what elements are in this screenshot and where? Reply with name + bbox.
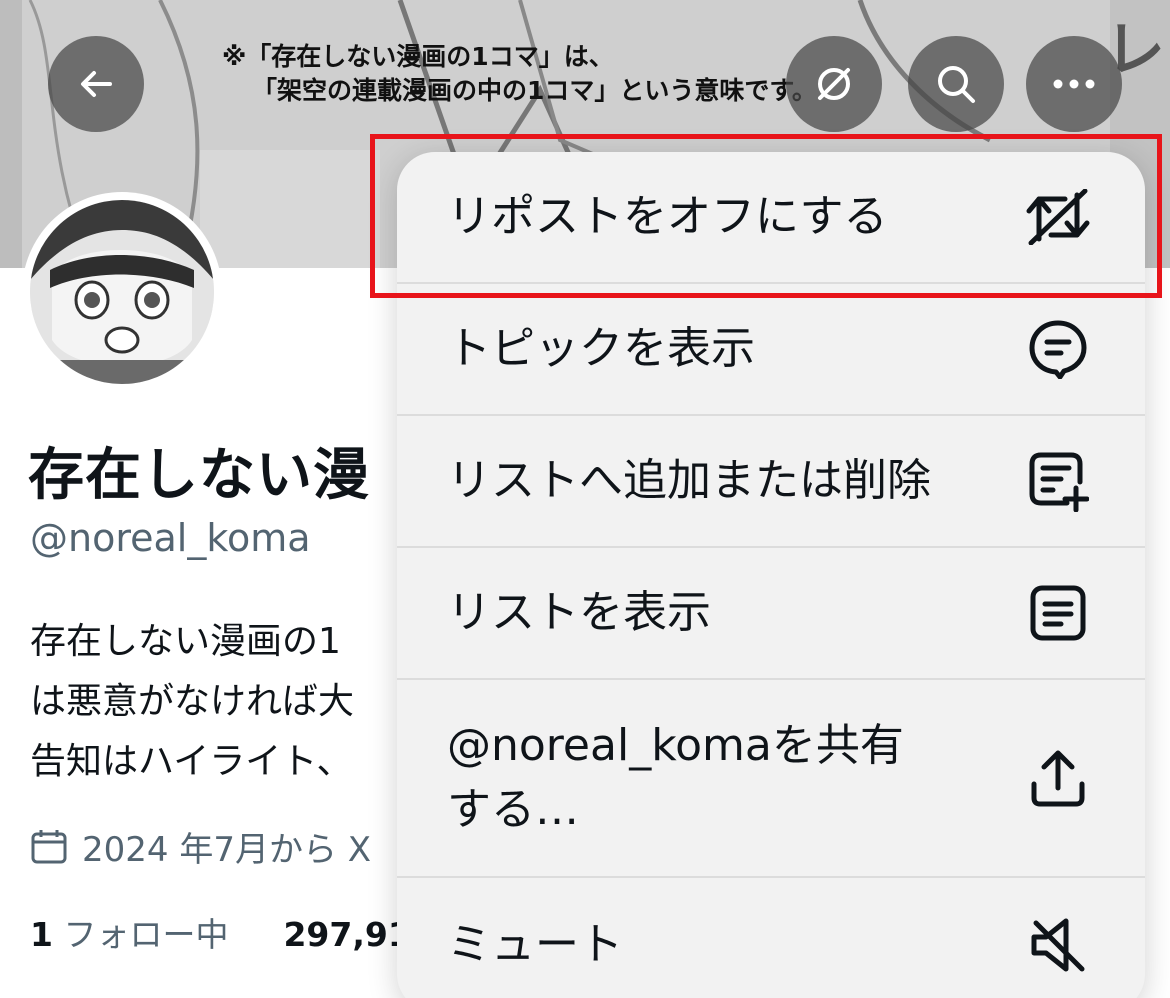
menu-item-label: トピックを表示	[447, 323, 755, 374]
bio-line: は悪意がなければ大	[30, 681, 355, 722]
share-icon	[1025, 745, 1091, 811]
highlight-annotation	[370, 134, 1162, 298]
menu-item-mute[interactable]: ミュート	[397, 878, 1145, 998]
back-button[interactable]	[48, 36, 144, 132]
menu-item-view-lists[interactable]: リストを表示	[397, 548, 1145, 680]
list-add-icon	[1025, 448, 1091, 514]
menu-item-label-line-1: @noreal_komaを共有	[447, 720, 904, 771]
more-horizontal-icon	[1053, 79, 1095, 89]
menu-item-label-line-2: する…	[447, 784, 579, 835]
avatar-image	[30, 200, 214, 384]
topic-bubble-icon	[1025, 316, 1091, 382]
arrow-left-icon	[81, 71, 112, 97]
profile-name: 存在しない漫	[28, 443, 370, 508]
avatar[interactable]	[22, 192, 222, 392]
search-icon	[938, 66, 975, 103]
profile-screen: レ ※「存在しない漫画の1コマ」は、 「架空の連載漫画の中の1コマ」という意味で…	[0, 0, 1170, 998]
following-label[interactable]: フォロー中	[63, 915, 228, 954]
repost-off-icon	[818, 68, 850, 100]
menu-item-label: @noreal_komaを共有 する…	[447, 714, 904, 842]
menu-item-label: リストへ追加または削除	[447, 455, 931, 506]
menu-item-label: ミュート	[447, 919, 623, 970]
following-count[interactable]: 1	[30, 915, 53, 954]
menu-item-share-profile[interactable]: @noreal_komaを共有 する…	[397, 680, 1145, 878]
menu-item-view-topics[interactable]: トピックを表示	[397, 284, 1145, 416]
follow-stats: 1 フォロー中 297,91	[30, 908, 411, 956]
calendar-icon	[30, 828, 68, 866]
menu-item-label: リストを表示	[447, 587, 711, 638]
bio-line: 存在しない漫画の1	[30, 621, 341, 662]
followers-count[interactable]: 297,91	[283, 915, 410, 954]
search-button[interactable]	[908, 36, 1004, 132]
profile-handle: @noreal_koma	[30, 516, 311, 560]
menu-item-add-remove-lists[interactable]: リストへ追加または削除	[397, 416, 1145, 548]
more-button[interactable]	[1026, 36, 1122, 132]
list-icon	[1025, 580, 1091, 646]
repost-toggle-button[interactable]	[786, 36, 882, 132]
joined-date: 2024 年7月から X	[30, 822, 371, 871]
joined-date-text: 2024 年7月から X	[82, 830, 372, 870]
profile-bio: 存在しない漫画の1 は悪意がなければ大 告知はハイライト、	[30, 612, 354, 792]
bio-line: 告知はハイライト、	[30, 741, 353, 782]
mute-icon	[1025, 912, 1091, 978]
